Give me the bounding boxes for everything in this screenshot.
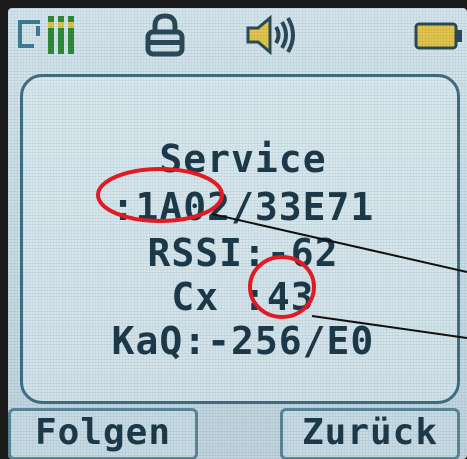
service-line-cx: Cx :43 [171, 275, 315, 319]
service-line-rssi: RSSI:-62 [147, 231, 339, 275]
softkey-zurueck-button[interactable]: Zurück [280, 408, 460, 459]
lock-icon [145, 13, 185, 57]
service-title: Service [159, 137, 327, 181]
softkey-folgen-button[interactable]: Folgen [8, 408, 198, 459]
service-panel: Service :1A02/33E71 RSSI:-62 Cx :43 KaQ:… [20, 74, 460, 404]
battery-icon [414, 22, 462, 50]
lcd-screen: Service :1A02/33E71 RSSI:-62 Cx :43 KaQ:… [8, 8, 467, 459]
status-bar [8, 8, 467, 64]
signal-icon [18, 16, 74, 54]
phone-device: Service :1A02/33E71 RSSI:-62 Cx :43 KaQ:… [0, 0, 467, 459]
service-line-kaq: KaQ:-256/E0 [111, 319, 375, 363]
service-line-id: :1A02/33E71 [111, 185, 375, 229]
volume-icon [246, 14, 295, 56]
